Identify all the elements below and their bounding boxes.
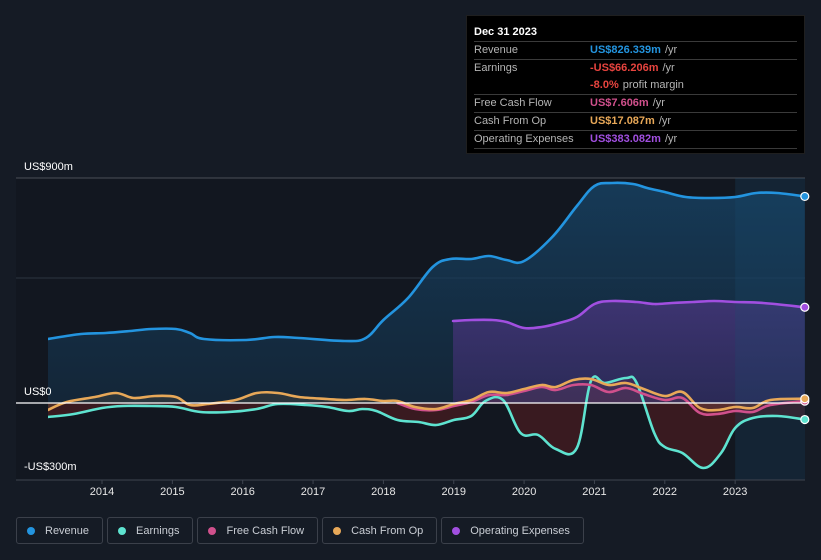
tooltip-row-free-cash-flow: Free Cash Flow US$7.606m /yr [474,95,797,113]
tooltip-unit: /yr [658,115,672,127]
tooltip-unit: /yr [664,133,678,145]
y-tick-label: US$0 [24,386,52,398]
tooltip-label: Free Cash Flow [474,97,552,109]
tooltip-unit: profit margin [622,79,684,91]
legend-label: Cash From Op [351,524,424,537]
x-tick-label: 2015 [160,486,184,498]
tooltip-value: US$17.087m [590,115,655,127]
end-marker-revenue[interactable] [800,191,810,202]
legend-item-free-cash-flow[interactable]: Free Cash Flow [197,517,319,544]
legend-dot-icon [118,526,127,535]
tooltip-value: US$7.606m [590,97,649,109]
y-tick-label: US$900m [24,161,73,173]
legend-label: Operating Expenses [470,524,570,537]
tooltip-value: US$826.339m [590,44,661,56]
x-tick-label: 2017 [301,486,325,498]
tooltip-label: Cash From Op [474,115,547,127]
legend-item-revenue[interactable]: Revenue [16,517,104,544]
tooltip-unit: /yr [662,62,675,74]
end-marker-earnings[interactable] [800,414,810,425]
legend-item-cash-from-op[interactable]: Cash From Op [322,517,438,544]
forecast-shade [735,178,805,480]
tooltip-row-revenue: Revenue US$826.339m /yr [474,42,797,60]
legend-label: Free Cash Flow [226,524,305,537]
tooltip-label [474,77,590,94]
legend-item-operating-expenses[interactable]: Operating Expenses [441,517,584,544]
legend-dot-icon [452,526,461,535]
tooltip-row-cash-from-op: Cash From Op US$17.087m /yr [474,113,797,131]
tooltip-unit: /yr [652,97,665,109]
tooltip-unit: /yr [664,44,678,56]
tooltip-value: US$383.082m [590,133,661,145]
tooltip-label: Revenue [474,44,519,56]
tooltip: Dec 31 2023 Revenue US$826.339m /yr Earn… [466,15,805,154]
legend-label: Earnings [136,524,180,537]
legend-label: Revenue [45,524,90,537]
tooltip-value: -8.0% [590,79,619,91]
x-tick-label: 2016 [230,486,254,498]
x-tick-label: 2020 [512,486,536,498]
end-marker-cash-from-op[interactable] [800,394,810,404]
x-tick-label: 2022 [653,486,677,498]
tooltip-label: Operating Expenses [474,133,574,145]
tooltip-row-earnings: Earnings -US$66.206m /yr [474,60,797,77]
end-marker-operating-expenses[interactable] [800,302,810,312]
x-tick-label: 2023 [723,486,747,498]
legend-item-earnings[interactable]: Earnings [107,517,194,544]
x-tick-label: 2021 [582,486,606,498]
tooltip-date: Dec 31 2023 [474,24,797,42]
legend-dot-icon [27,526,35,535]
legend-dot-icon [208,526,217,535]
y-tick-label: -US$300m [24,461,77,473]
tooltip-label: Earnings [474,62,518,74]
x-tick-label: 2019 [442,486,466,498]
x-tick-label: 2018 [371,486,395,498]
legend-dot-icon [333,526,342,535]
legend: Revenue Earnings Free Cash Flow Cash Fro… [16,517,584,544]
x-tick-label: 2014 [90,486,114,498]
tooltip-value: -US$66.206m [590,62,659,74]
tooltip-row-operating-expenses: Operating Expenses US$383.082m /yr [474,131,797,149]
tooltip-row-profit-margin: -8.0% profit margin [474,77,797,95]
